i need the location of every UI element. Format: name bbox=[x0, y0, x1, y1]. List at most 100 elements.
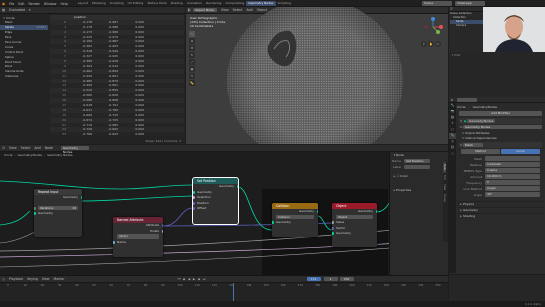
sidebar-tab-view[interactable]: View bbox=[443, 182, 446, 192]
pan-icon[interactable]: ✋ bbox=[427, 41, 434, 47]
spreadsheet-view-menu[interactable]: ▾ bbox=[27, 8, 33, 12]
color-panel-header[interactable]: ▸ ☐ Color bbox=[390, 173, 448, 179]
current-frame-field[interactable]: 131 bbox=[306, 276, 321, 282]
node-repeat-input[interactable]: Repeat Input Geometry Iterations 20 Geom… bbox=[34, 189, 82, 237]
node-named-attribute[interactable]: Named Attribute Attribute Exists Vector … bbox=[113, 217, 163, 257]
menu-help[interactable]: Help bbox=[58, 2, 69, 6]
node-editor[interactable]: ⛁ View Select Add Node Geometry Nodes Circl… bbox=[0, 145, 448, 275]
add-modifier-button[interactable]: Add Modifier bbox=[459, 111, 542, 116]
zoom-icon[interactable]: ⚲ bbox=[420, 41, 427, 47]
node-collision[interactable]: Collision Geometry Collision Geometry bbox=[272, 203, 318, 237]
tab-texture-paint[interactable]: Texture Paint bbox=[145, 1, 168, 6]
viewport-editor-icon[interactable]: ◧ bbox=[186, 8, 193, 12]
outliner-icon[interactable]: ☰ bbox=[449, 7, 454, 11]
timeline-menu-marker[interactable]: Marker bbox=[52, 277, 67, 281]
timeline-tick-label: 250 bbox=[435, 284, 441, 287]
view-layer-selector[interactable]: ViewLayer bbox=[455, 1, 485, 6]
timeline-tick-label: 110 bbox=[194, 284, 200, 287]
node-object[interactable]: Object Geometry Object Value Vector Geom… bbox=[332, 203, 377, 247]
spreadsheet-icon[interactable]: ▦ bbox=[0, 8, 7, 12]
tab-layout[interactable]: Layout bbox=[76, 1, 90, 6]
timeline-ruler[interactable]: 0 10 20 30 40 50 60 70 80 90 100 110 120 130 140 150 160… bbox=[7, 284, 441, 290]
timeline-menu-playback[interactable]: Playback bbox=[7, 277, 25, 281]
data-tab-icon[interactable]: △ bbox=[449, 151, 456, 157]
property-row: Angle 30° bbox=[457, 192, 544, 198]
timeline-tick-label: 60 bbox=[109, 284, 113, 287]
spreadsheet-tree-item[interactable]: Instances bbox=[0, 74, 48, 79]
outliner-filter-row[interactable]: ▾ Filter bbox=[452, 54, 542, 58]
timeline-icon[interactable]: ◷ bbox=[0, 277, 7, 281]
property-value-field[interactable]: 0 bbox=[485, 180, 540, 185]
table-cell: 0.000 bbox=[135, 132, 144, 135]
node-label-field[interactable] bbox=[404, 164, 430, 170]
properties-checkbox-row[interactable]: ☐ Internal Dependencies bbox=[461, 135, 544, 140]
scale-tool-icon[interactable]: ⤢ bbox=[189, 59, 195, 65]
sidebar-tab-tool[interactable]: Tool bbox=[443, 173, 446, 182]
method-toggle-b[interactable]: Curve bbox=[501, 149, 540, 154]
property-label: Angle bbox=[473, 192, 482, 197]
section-label: Geometry bbox=[463, 208, 478, 212]
menu-edit[interactable]: Edit bbox=[16, 2, 26, 6]
properties-panel-header[interactable]: ▸ Properties bbox=[390, 187, 448, 193]
sidebar-tab-node[interactable]: Node bbox=[443, 162, 446, 173]
annotate-tool-icon[interactable]: ✎ bbox=[189, 73, 195, 79]
end-frame-field[interactable]: 250 bbox=[339, 276, 354, 282]
mesh-input-field[interactable]: Mesh bbox=[463, 142, 483, 148]
property-value-field[interactable]: 30° bbox=[485, 192, 540, 197]
playhead[interactable] bbox=[233, 283, 234, 301]
timeline-tick-label: 10 bbox=[23, 284, 27, 287]
tab-shading[interactable]: Shading bbox=[169, 1, 185, 6]
cursor-tool-icon[interactable]: ⊕ bbox=[189, 38, 195, 44]
tab-animation[interactable]: Animation bbox=[185, 1, 204, 6]
node-name-field[interactable]: Set Position bbox=[404, 158, 430, 164]
menu-file[interactable]: File bbox=[7, 2, 16, 6]
rotate-tool-icon[interactable]: ↻ bbox=[189, 52, 195, 58]
menu-render[interactable]: Render bbox=[27, 2, 42, 6]
spreadsheet-evaluated-toggle[interactable]: Evaluated bbox=[7, 8, 27, 12]
node-tree-field[interactable]: Geometry Nodes bbox=[463, 124, 542, 130]
properties-search[interactable] bbox=[457, 97, 477, 102]
tab-sculpting[interactable]: Sculpting bbox=[108, 1, 126, 6]
tab-uv-editing[interactable]: UV Editing bbox=[126, 1, 146, 6]
properties-section-shading[interactable]: ▸ Shading bbox=[457, 212, 544, 219]
timeline: ◷ Playback Keying View Marker ⏮ ◆ ◀ ▶ ◆ ⏭ 1… bbox=[0, 275, 448, 301]
camera-view-icon[interactable]: 🎥 bbox=[435, 41, 441, 47]
start-frame-field[interactable]: 1 bbox=[323, 276, 338, 282]
mesh-panel-header[interactable]: ▾ Mesh bbox=[459, 142, 542, 148]
timeline-menu-view[interactable]: View bbox=[40, 277, 52, 281]
tab-geometry-nodes[interactable]: Geometry Nodes bbox=[246, 1, 276, 6]
tab-rendering[interactable]: Rendering bbox=[204, 1, 223, 6]
outliner-item[interactable]: Camera bbox=[450, 24, 483, 28]
transform-tool-icon[interactable]: ▣ bbox=[189, 66, 195, 72]
timeline-tick-label: 120 bbox=[211, 284, 217, 287]
tab-scripting[interactable]: Scripting bbox=[276, 1, 293, 6]
property-value-field[interactable] bbox=[485, 156, 540, 161]
jump-end-icon[interactable]: ⏭ bbox=[202, 277, 207, 281]
timeline-tick-label: 210 bbox=[366, 284, 372, 287]
measure-tool-icon[interactable]: 📏 bbox=[189, 80, 195, 86]
top-bar: ◉ File Edit Render Window Help Layout Modelin… bbox=[0, 0, 545, 7]
move-tool-icon[interactable]: ✥ bbox=[189, 45, 195, 51]
property-value-field[interactable]: Cosine bbox=[485, 168, 540, 173]
tab-modeling[interactable]: Modeling bbox=[90, 1, 108, 6]
property-value-field[interactable]: 10.000 m bbox=[485, 174, 540, 179]
menu-window[interactable]: Window bbox=[42, 2, 59, 6]
sidebar-tab-group[interactable]: Group bbox=[443, 192, 446, 204]
viewport-3d[interactable]: ◧ Object Mode ViewSelectAddObject Global… bbox=[186, 7, 448, 144]
navigation-gizmo[interactable] bbox=[422, 16, 444, 38]
timeline-tick-label: 30 bbox=[57, 284, 62, 287]
tab-compositing[interactable]: Compositing bbox=[223, 1, 246, 6]
scene-selector[interactable]: Scene bbox=[422, 1, 452, 6]
property-value-field[interactable]: Angle bbox=[485, 186, 540, 191]
blender-logo-icon[interactable]: ◉ bbox=[0, 1, 7, 6]
timeline-tick-label: 190 bbox=[332, 284, 338, 287]
timeline-menu-keying[interactable]: Keying bbox=[25, 277, 40, 281]
node-set-position[interactable]: Set Position Geometry Geometry Selection… bbox=[192, 177, 239, 225]
properties-icon[interactable]: ⚙ bbox=[449, 98, 455, 102]
modifier-tab-label[interactable]: GeometryNodes bbox=[467, 119, 496, 123]
viewport-toolbar: ↖ ⊕ ✥ ↻ ⤢ ▣ ✎ 📏 bbox=[189, 31, 195, 86]
properties-tabs: 🔧 📷 🖨 ⚘ ▢ 🔧 ◎ ⛓ △ bbox=[449, 103, 456, 273]
select-tool-icon[interactable]: ↖ bbox=[189, 31, 195, 37]
property-value-field[interactable]: Cartesian bbox=[485, 162, 540, 167]
method-toggle-a[interactable]: Method bbox=[461, 149, 500, 154]
